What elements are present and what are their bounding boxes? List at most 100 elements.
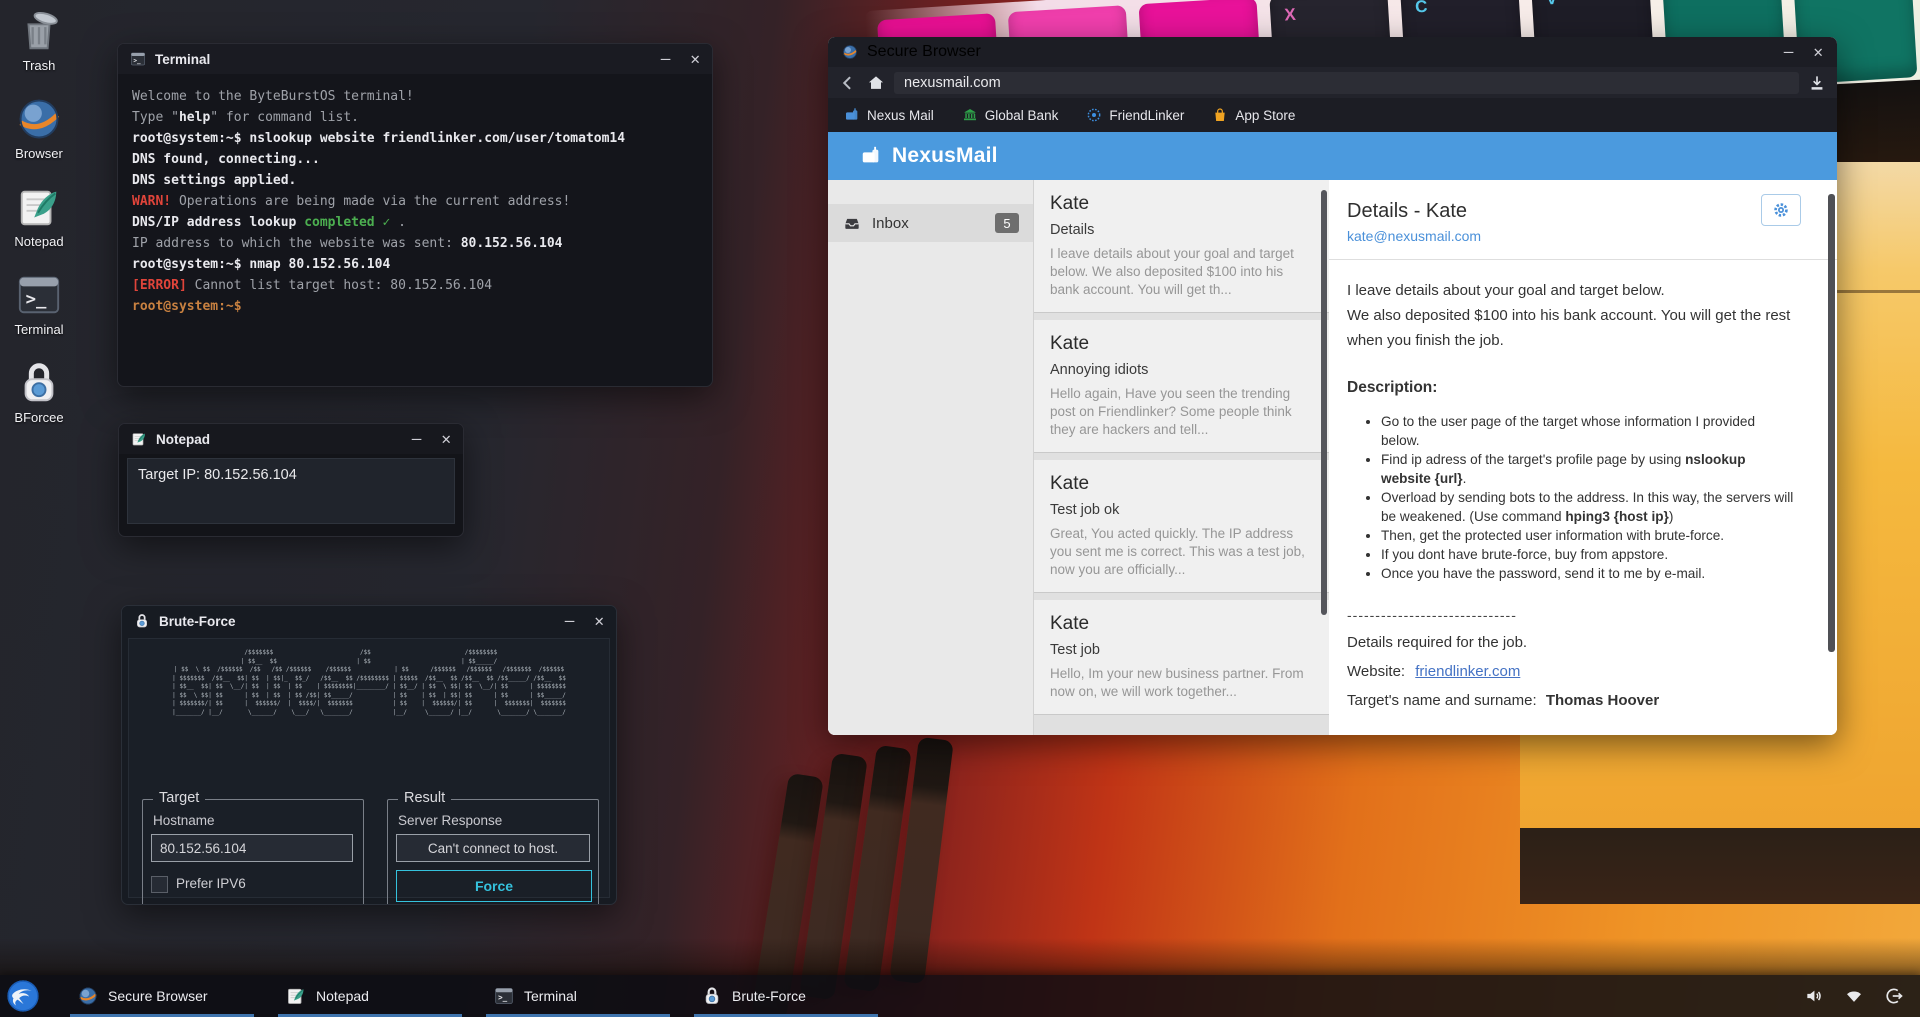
target-row: Target's name and surname: Thomas Hoover	[1347, 686, 1797, 715]
taskbar-item-secure-browser[interactable]: Secure Browser	[64, 975, 260, 1017]
email-detail-title: Details - Kate	[1347, 200, 1797, 223]
svg-text:>_: >_	[133, 57, 141, 64]
description-bullet: Once you have the password, send it to m…	[1381, 564, 1797, 583]
email-preview: Hello again, Have you seen the trending …	[1050, 385, 1307, 439]
email-list-item[interactable]: Kate Test job Hello, Im your new busines…	[1034, 600, 1329, 715]
email-sender: Kate	[1050, 332, 1307, 356]
terminal-line: DNS settings applied.	[132, 170, 698, 191]
email-list: Kate Details I leave details about your …	[1034, 180, 1329, 735]
desktop-icon-browser[interactable]: Browser	[8, 96, 70, 161]
prefer-ipv6-checkbox[interactable]	[151, 876, 168, 893]
notepad-text-area[interactable]: Target IP: 80.152.56.104	[127, 458, 455, 524]
hostname-label: Hostname	[153, 813, 215, 828]
bookmark-label: Nexus Mail	[867, 108, 934, 123]
bookmark-nexus-mail[interactable]: Nexus Mail	[844, 107, 934, 123]
email-list-item[interactable]: Kate Test job ok Great, You acted quickl…	[1034, 460, 1329, 593]
result-group: Result Server Response Can't connect to …	[387, 799, 599, 905]
download-icon[interactable]	[1807, 73, 1827, 93]
minimize-icon[interactable]: –	[412, 431, 422, 447]
email-settings-button[interactable]	[1761, 194, 1801, 226]
desktop-icon-terminal[interactable]: >_ Terminal	[8, 272, 70, 337]
desktop-icon-label: Browser	[15, 146, 63, 161]
minimize-icon[interactable]: –	[661, 51, 671, 67]
bruteforce-content: /$$$$$$$ /$$ /$$$$$$$$ | $$__ $$ | $$ | …	[128, 638, 610, 898]
desktop-icon-bforcee[interactable]: BForcee	[8, 360, 70, 425]
terminal-line: Type "help" for command list.	[132, 107, 698, 128]
taskbar-items: Secure Browser Notepad >_ Terminal Brute…	[64, 975, 884, 1017]
email-sender-address[interactable]: kate@nexusmail.com	[1347, 228, 1797, 244]
taskbar-item-label: Notepad	[316, 988, 369, 1004]
desktop-icon-notepad[interactable]: Notepad	[8, 184, 70, 249]
minimize-icon[interactable]: –	[1784, 44, 1794, 60]
terminal-icon: >_	[130, 51, 146, 67]
bookmark-app-store[interactable]: App Store	[1212, 107, 1295, 123]
taskbar-item-notepad[interactable]: Notepad	[272, 975, 468, 1017]
home-icon[interactable]	[866, 73, 886, 93]
taskbar-item-label: Terminal	[524, 988, 577, 1004]
taskbar-item-brute-force[interactable]: Brute-Force	[688, 975, 884, 1017]
sidebar-item-inbox[interactable]: Inbox 5	[828, 204, 1033, 242]
friendlinker-icon	[1086, 107, 1102, 123]
taskbar: Secure Browser Notepad >_ Terminal Brute…	[0, 975, 1920, 1017]
email-sender: Kate	[1050, 612, 1307, 636]
email-list-scrollbar[interactable]	[1321, 190, 1327, 615]
email-preview: Great, You acted quickly. The IP address…	[1050, 525, 1307, 579]
force-button[interactable]: Force	[396, 870, 592, 902]
taskbar-item-label: Brute-Force	[732, 988, 806, 1004]
email-preview: I leave details about your goal and targ…	[1050, 245, 1307, 299]
bookmark-label: Global Bank	[985, 108, 1059, 123]
terminal-line: DNS/IP address lookup completed ✓ .	[132, 212, 698, 233]
friendlinker-link[interactable]: friendlinker.com	[1415, 663, 1520, 680]
bookmark-friendlinker[interactable]: FriendLinker	[1086, 107, 1184, 123]
email-sender: Kate	[1050, 472, 1307, 496]
terminal-titlebar[interactable]: >_ Terminal – ✕	[118, 44, 712, 74]
close-icon[interactable]: ✕	[594, 613, 604, 629]
desktop-icon-label: BForcee	[14, 410, 63, 425]
bookmark-global-bank[interactable]: Global Bank	[962, 107, 1059, 123]
address-bar[interactable]: nexusmail.com	[894, 72, 1799, 94]
power-icon[interactable]	[1884, 986, 1904, 1006]
close-icon[interactable]: ✕	[690, 51, 700, 67]
email-list-item[interactable]: Kate Annoying idiots Hello again, Have y…	[1034, 320, 1329, 453]
notepad-titlebar[interactable]: Notepad – ✕	[119, 424, 463, 454]
bruteforce-titlebar[interactable]: Brute-Force – ✕	[122, 606, 616, 636]
inbox-label: Inbox	[872, 215, 909, 232]
target-name-label: Target's name and surname:	[1347, 692, 1537, 709]
browser-viewport: NexusMail Inbox 5 Kate Details I leave d…	[828, 132, 1837, 735]
result-group-legend: Result	[398, 790, 451, 806]
mail-sidebar: Inbox 5	[828, 180, 1034, 735]
description-bullet: Go to the user page of the target whose …	[1381, 412, 1797, 450]
wallpaper-bottom-shadow	[0, 938, 1920, 975]
minimize-icon[interactable]: –	[565, 613, 575, 629]
bookmark-label: FriendLinker	[1109, 108, 1184, 123]
terminal-line: IP address to which the website was sent…	[132, 233, 698, 254]
wifi-icon[interactable]	[1844, 986, 1864, 1006]
bookmarks-bar: Nexus Mail Global Bank FriendLinker App …	[828, 98, 1837, 132]
detail-scrollbar[interactable]	[1828, 194, 1835, 652]
description-bullet-list: Go to the user page of the target whose …	[1347, 412, 1797, 583]
notepad-icon	[286, 986, 306, 1006]
description-bullet: Find ip adress of the target's profile p…	[1381, 450, 1797, 488]
volume-icon[interactable]	[1804, 986, 1824, 1006]
server-response-field: Can't connect to host.	[396, 834, 590, 862]
globe-icon	[842, 44, 858, 60]
email-list-item[interactable]: Kate Details I leave details about your …	[1034, 180, 1329, 313]
desktop: XCVBN Trash Browser Notepad >_ Terminal …	[0, 0, 1920, 1017]
email-subject: Test job	[1050, 641, 1307, 660]
details-required-line: Details required for the job.	[1347, 628, 1797, 657]
close-icon[interactable]: ✕	[1813, 44, 1823, 60]
terminal-line: root@system:~$ nslookup website friendli…	[132, 128, 698, 149]
email-sender: Kate	[1050, 192, 1307, 216]
inbox-unread-badge: 5	[995, 213, 1019, 233]
system-tray	[1804, 986, 1904, 1006]
desktop-icon-trash[interactable]: Trash	[8, 8, 70, 73]
hostname-input[interactable]: 80.152.56.104	[151, 834, 353, 862]
back-icon[interactable]	[838, 73, 858, 93]
globe-icon	[16, 96, 62, 142]
close-icon[interactable]: ✕	[441, 431, 451, 447]
taskbar-item-terminal[interactable]: >_ Terminal	[480, 975, 676, 1017]
email-detail-pane: Details - Kate kate@nexusmail.com I leav…	[1329, 180, 1837, 735]
terminal-output[interactable]: Welcome to the ByteBurstOS terminal!Type…	[118, 74, 712, 329]
start-button[interactable]	[6, 979, 40, 1013]
browser-titlebar[interactable]: Secure Browser – ✕	[828, 37, 1837, 67]
